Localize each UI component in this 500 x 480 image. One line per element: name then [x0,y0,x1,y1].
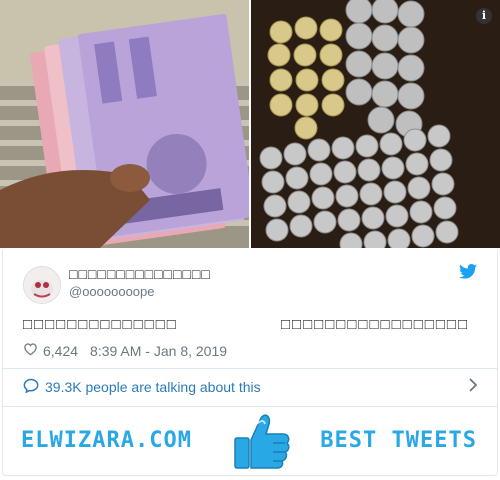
tweet-text-continued: □□□□□□□□□□□□□□□□□ [281,316,470,333]
info-icon[interactable]: i [476,8,492,24]
avatar[interactable] [23,266,61,304]
twitter-bird-icon[interactable] [459,264,477,284]
divider [3,406,497,407]
tweet-card: □□□□□□□□□□□□□□□ @oooooooope □□□□□□□□□□□□… [2,250,498,476]
divider [3,368,497,369]
coins-photo[interactable] [251,0,500,248]
banner-tagline: BEST TWEETS [320,428,477,453]
conversation-link[interactable]: 39.3K people are talking about this [23,378,261,396]
like-count[interactable]: 6,424 [43,343,78,359]
timestamp[interactable]: 8:39 AM - Jan 8, 2019 [90,343,227,359]
user-handle[interactable]: @oooooooope [69,284,155,299]
tweet-media[interactable]: i [0,0,500,248]
thumbs-up-icon [229,410,293,477]
tweet-meta: 6,424 8:39 AM - Jan 8, 2019 [23,342,227,359]
conversation-label[interactable]: 39.3K people are talking about this [45,379,261,395]
tweet-text: □□□□□□□□□□□□□□ [23,316,178,333]
speech-bubble-icon [23,378,39,396]
banknotes-photo[interactable] [0,0,249,248]
heart-icon[interactable] [23,342,38,359]
banner-site-name: ELWIZARA.COM [21,428,192,453]
chevron-right-icon[interactable] [469,378,478,397]
promo-banner: ELWIZARA.COM BEST TWEETS [3,408,497,474]
display-name[interactable]: □□□□□□□□□□□□□□□ [69,266,211,282]
